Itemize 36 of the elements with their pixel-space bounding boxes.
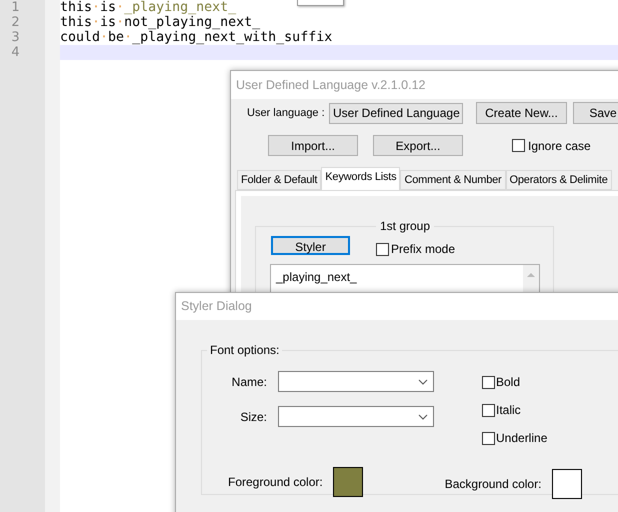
dialog-button[interactable]: Create New... <box>476 102 567 124</box>
tab[interactable]: Keywords Lists <box>321 167 400 190</box>
dialog-button[interactable]: Export... <box>373 135 463 156</box>
checkbox[interactable]: Underline <box>482 429 548 447</box>
window-title: Styler Dialog <box>181 298 252 316</box>
line-number: 1 <box>10 0 21 15</box>
dialog-button[interactable]: Import... <box>268 135 358 156</box>
dialog-button[interactable]: Save <box>573 102 618 124</box>
checkbox[interactable]: Italic <box>482 401 548 419</box>
field-label: User language : <box>247 106 326 121</box>
styler-button[interactable]: Styler <box>271 236 350 255</box>
checkbox[interactable]: Bold <box>482 373 548 391</box>
group-title: Font options: <box>207 342 282 358</box>
field-label: Background color: <box>444 476 542 493</box>
field-label: Foreground color: <box>228 474 323 491</box>
tab[interactable]: Operators & Delimite <box>506 170 612 190</box>
chevron-down-icon <box>418 378 428 384</box>
font-dropdown[interactable] <box>278 406 434 427</box>
field-label: Size: <box>239 408 268 426</box>
language-dropdown[interactable]: User Defined Language <box>329 102 463 124</box>
color-swatch[interactable] <box>332 467 363 497</box>
tab[interactable]: Folder & Default <box>237 170 322 190</box>
line-number: 4 <box>10 45 21 60</box>
code-line: this·is·_playing_next_ <box>60 0 238 15</box>
code-line: this·is·not_playing_next_ <box>60 15 262 30</box>
field-label: Name: <box>230 374 268 390</box>
color-swatch[interactable] <box>552 469 582 499</box>
tab[interactable]: Comment & Number <box>400 170 506 190</box>
window-title: User Defined Language v.2.1.0.12 <box>236 76 426 94</box>
line-number: 3 <box>10 30 21 45</box>
line-number: 2 <box>10 15 21 30</box>
chevron-down-icon <box>418 414 428 420</box>
font-dropdown[interactable] <box>278 371 434 392</box>
checkbox[interactable]: Prefix mode <box>376 240 456 258</box>
checkbox[interactable]: Ignore case <box>512 136 591 154</box>
code-line: could·be·_playing_next_with_suffix <box>60 30 334 45</box>
